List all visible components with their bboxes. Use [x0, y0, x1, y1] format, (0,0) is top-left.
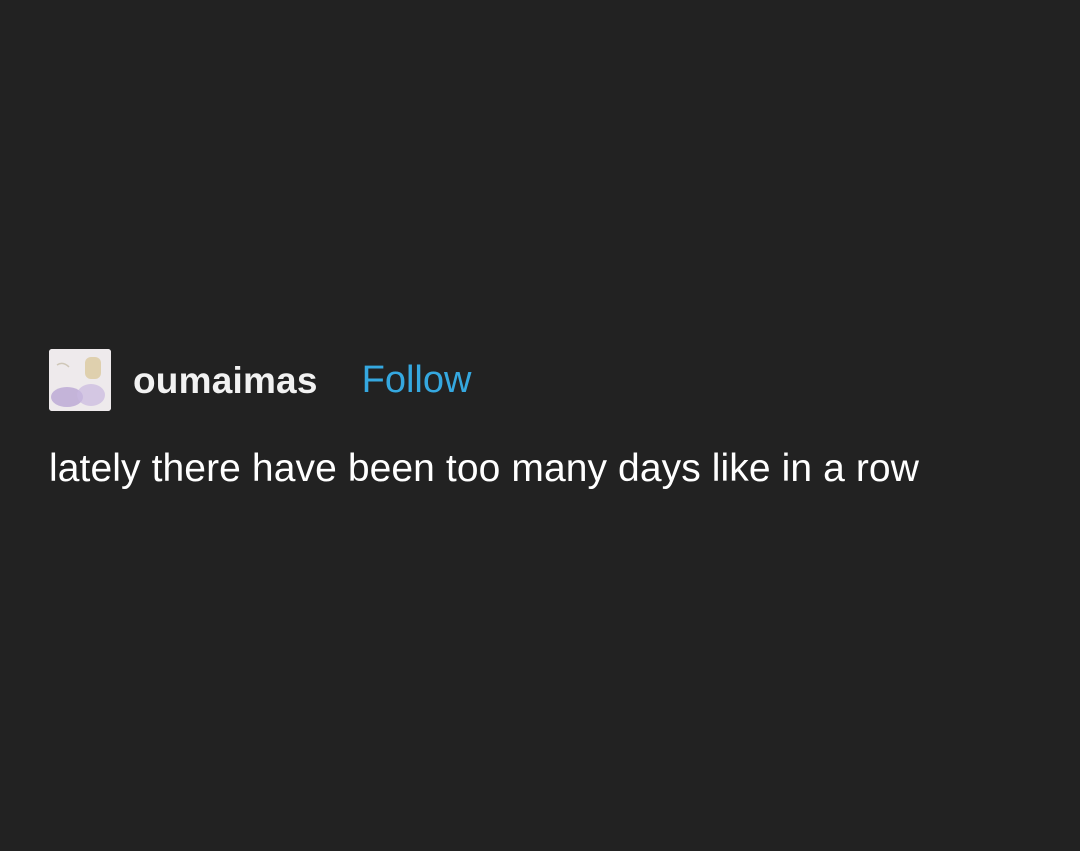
avatar[interactable]	[49, 349, 111, 411]
post-header: oumaimas Follow	[49, 348, 1049, 412]
follow-button[interactable]: Follow	[362, 361, 472, 399]
username[interactable]: oumaimas	[133, 362, 318, 399]
post: oumaimas Follow lately there have been t…	[49, 348, 1049, 504]
avatar-illustration-icon	[49, 349, 111, 411]
post-text: lately there have been too many days lik…	[49, 447, 919, 490]
